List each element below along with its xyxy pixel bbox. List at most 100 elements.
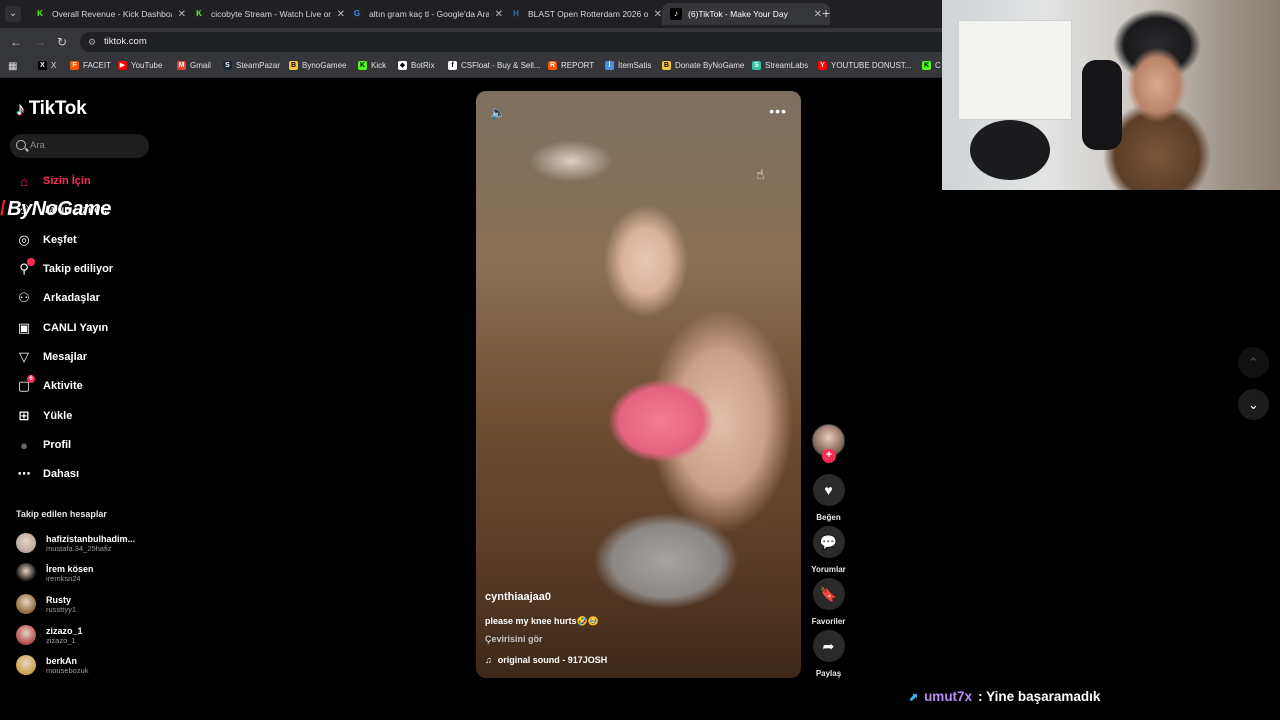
bookmark-favicon-icon: İ	[605, 61, 614, 70]
profile-avatar: ●	[20, 437, 28, 453]
tiktok-logo[interactable]: ♪ TikTok	[16, 98, 87, 120]
chat-username: umut7x	[924, 689, 973, 704]
sidebar-nav-item[interactable]: ⊞ Yükle	[16, 408, 73, 424]
sidebar-nav-item[interactable]: ▽ Mesajlar	[16, 349, 87, 365]
volume-icon[interactable]: 🔈	[490, 105, 506, 121]
bookmark-label: SteamPazar	[236, 61, 281, 70]
webcam-cabinet	[958, 20, 1072, 120]
sidebar-nav-item[interactable]: ⋯ Dahası	[16, 466, 80, 482]
heart-icon: ♥	[812, 474, 845, 506]
sidebar-nav-item[interactable]: ◎ Keşfet	[16, 232, 77, 248]
search-icon	[16, 140, 26, 150]
bookmark-item[interactable]: ▶ YouTube	[118, 61, 162, 70]
tab-close-icon[interactable]: ✕	[814, 9, 822, 20]
share-button[interactable]: ➦ Paylaş	[806, 630, 851, 678]
sidebar-nav-label: Keşfet	[43, 234, 77, 246]
following-account[interactable]: hafizistanbulhadim... mustafa.34_25hafiz	[16, 533, 135, 553]
bookmark-label: X	[51, 61, 57, 70]
comments-button[interactable]: 💬 Yorumlar	[806, 526, 851, 574]
user-follow-icon: ⚲	[16, 258, 35, 277]
bookmark-label: BynoGamee	[302, 61, 347, 70]
site-info-icon[interactable]: ⚙	[88, 32, 96, 52]
browser-tab[interactable]: ♪ (6)TikTok - Make Your Day ✕	[662, 3, 830, 25]
avatar	[16, 655, 36, 675]
browser-tab[interactable]: Galtın gram kaç tl - Google'da Ara ✕	[343, 3, 511, 25]
sidebar-nav-item[interactable]: ⌂ Sizin İçin	[16, 173, 91, 189]
bookmark-item[interactable]: ◆ BotRix	[398, 61, 435, 70]
account-name: berkAn	[46, 655, 78, 666]
like-label: Beğen	[816, 513, 841, 522]
music-note-icon: ♫	[485, 655, 492, 665]
sidebar-nav-item[interactable]: ⚲ Takip ediliyor	[16, 258, 113, 277]
sidebar-nav-item[interactable]: ⚇ Arkadaşlar	[16, 290, 100, 306]
bookmark-item[interactable]: İ İtemSatis	[605, 61, 651, 70]
search-input[interactable]: Ara	[10, 134, 149, 158]
browser-tab[interactable]: Kcicobyte Stream - Watch Live on Kick✕	[185, 3, 353, 25]
bookmark-item[interactable]: f CSFloat - Buy & Sell...	[448, 61, 541, 70]
bookmark-label: C	[935, 61, 941, 70]
back-arrow-icon[interactable]: ←	[10, 35, 22, 49]
favorites-button[interactable]: 🔖 Favoriler	[806, 578, 851, 626]
more-options-icon[interactable]: •••	[769, 103, 787, 119]
like-button[interactable]: ♥ Beğen	[806, 474, 851, 522]
bookmark-label: FACEIT	[83, 61, 112, 70]
sidebar-nav-label: Aktivite	[43, 380, 83, 392]
share-label: Paylaş	[815, 669, 842, 678]
following-account[interactable]: zizazo_1 zizazo_1	[16, 625, 83, 645]
bookmark-item[interactable]: XX	[38, 61, 56, 70]
account-text: Rusty russttyy1	[46, 595, 76, 614]
comments-label: Yorumlar	[811, 565, 846, 574]
forward-arrow-icon[interactable]: →	[34, 35, 46, 49]
bookmark-item[interactable]: B Donate ByNoGame	[662, 61, 744, 70]
home-icon: ⌂	[20, 173, 28, 189]
account-name: İrem kösen	[46, 563, 94, 574]
bookmark-item[interactable]: S StreamLabs	[752, 61, 808, 70]
bookmark-favicon-icon: F	[70, 61, 79, 70]
tab-close-icon[interactable]: ✕	[654, 9, 662, 20]
tab-title: (6)TikTok - Make Your Day	[688, 9, 788, 19]
following-account[interactable]: berkAn mousebozuk	[16, 655, 89, 675]
video-player[interactable]: 🔈 ••• cynthiaajaa0 please my knee hurts🤣…	[476, 91, 801, 678]
bookmark-item[interactable]: S SteamPazar	[223, 61, 280, 70]
bookmark-favicon-icon: K	[922, 61, 931, 70]
tiktok-logo-text: TikTok	[28, 98, 87, 119]
sidebar-nav-item[interactable]: ● Profil	[16, 437, 71, 453]
browser-tab[interactable]: H BLAST Open Rotterdam 2026 on HLTV ✕	[502, 3, 670, 25]
new-tab-button[interactable]: +	[822, 5, 830, 21]
following-account[interactable]: Rusty russttyy1	[16, 594, 76, 614]
tab-search-menu-icon[interactable]: ⌄	[5, 6, 21, 22]
sidebar-nav-label: Mesajlar	[43, 351, 88, 363]
sidebar-nav-item[interactable]: ▢ 6 Aktivite	[16, 375, 83, 394]
apps-grid-icon[interactable]: ▦	[8, 61, 17, 72]
video-sound-link[interactable]: ♫ original sound - 917JOSH	[485, 655, 607, 665]
share-arrow-icon: ➦	[812, 630, 845, 662]
sidebar-nav-item[interactable]: ▣ CANLI Yayın	[16, 320, 108, 336]
sidebar-nav-label: Dahası	[43, 468, 80, 480]
bookmark-item[interactable]: R REPORT	[548, 61, 594, 70]
video-author[interactable]: cynthiaajaa0	[485, 591, 551, 603]
reload-icon[interactable]: ↻	[57, 35, 67, 49]
next-video-button[interactable]: ⌄	[1238, 389, 1269, 420]
sidebar-nav-label: Yükle	[43, 410, 73, 422]
bookmark-item[interactable]: F FACEIT	[70, 61, 111, 70]
bookmark-favicon-icon: B	[662, 61, 671, 70]
previous-video-button[interactable]: ⌃	[1238, 347, 1269, 378]
bookmark-item[interactable]: M Gmail	[177, 61, 211, 70]
url-field[interactable]: ⚙ tiktok.com	[80, 32, 960, 52]
bynogame-slash-icon: /	[0, 198, 6, 220]
webcam-steering-wheel	[970, 120, 1050, 180]
avatar	[16, 625, 36, 645]
bookmark-item[interactable]: K Kick	[358, 61, 386, 70]
chat-badge-icon: ⬈	[908, 689, 919, 704]
bookmark-item[interactable]: KC	[922, 61, 941, 70]
stream-chat-message: ⬈ umut7x : Yine başaramadık	[908, 689, 1100, 704]
follow-plus-button[interactable]: +	[822, 449, 836, 463]
bookmark-label: REPORT	[561, 61, 595, 70]
bookmark-item[interactable]: Y YOUTUBE DONUST...	[818, 61, 911, 70]
following-account[interactable]: İrem kösen iremksn24	[16, 563, 94, 583]
see-translation-link[interactable]: Çevirisini gör	[485, 634, 543, 644]
account-handle: iremksn24	[46, 573, 81, 583]
browser-tab[interactable]: K Overall Revenue - Kick Dashboard ✕	[26, 3, 194, 25]
bookmark-item[interactable]: B BynoGamee	[289, 61, 346, 70]
tab-favicon-icon: K	[193, 8, 205, 20]
